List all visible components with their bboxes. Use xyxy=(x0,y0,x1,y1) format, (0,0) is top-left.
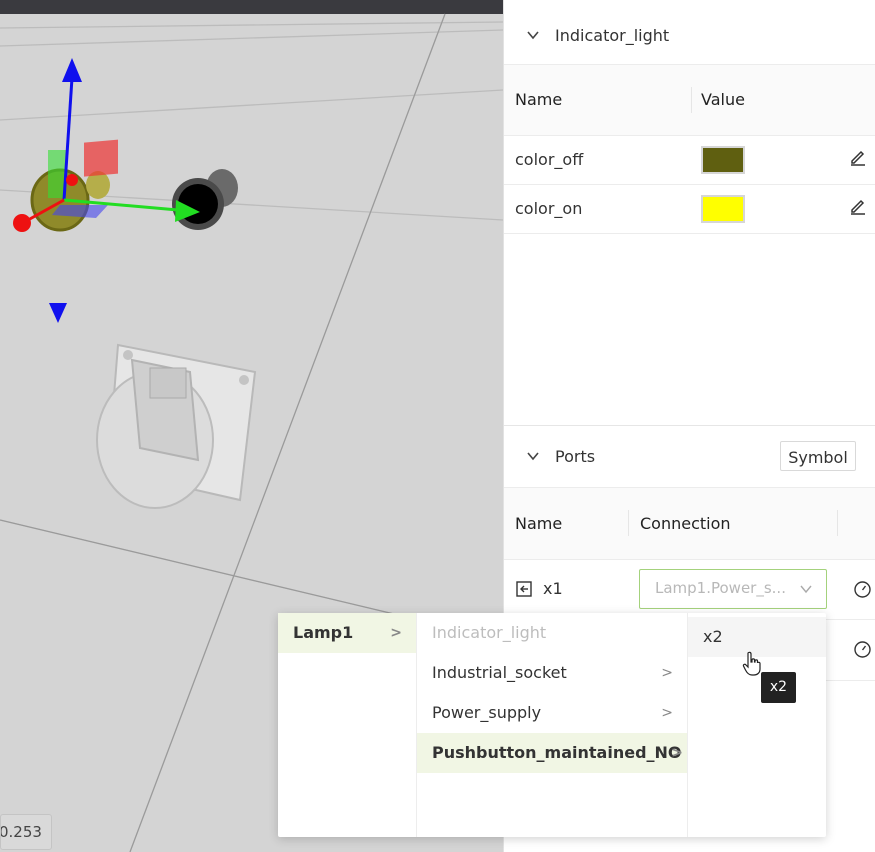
cascader-option-indicator-light: Indicator_light xyxy=(432,623,547,642)
cascader-option-lamp1[interactable]: Lamp1 > xyxy=(278,613,416,653)
cascader-option-pushbutton-maintained-no[interactable]: Pushbutton_maintained_NO > xyxy=(417,733,687,773)
connection-value: Lamp1.Power_s... xyxy=(655,579,786,597)
column-header-name: Name xyxy=(515,90,563,109)
chevron-down-icon[interactable] xyxy=(526,449,540,463)
cascader-column-2: Indicator_light Industrial_socket > Power… xyxy=(417,613,688,837)
chevron-down-icon[interactable] xyxy=(526,28,540,42)
cascader-column-1: Lamp1 > xyxy=(278,613,417,837)
hand-cursor-icon xyxy=(742,651,761,676)
connection-select[interactable]: Lamp1.Power_s... xyxy=(639,569,827,609)
column-header-value: Value xyxy=(701,90,745,109)
connection-cascader-dropdown[interactable]: Lamp1 > Indicator_light Industrial_socket… xyxy=(278,613,826,837)
edit-icon[interactable] xyxy=(849,148,867,166)
coordinate-readout: 0.253 xyxy=(0,814,52,850)
cascader-column-3: x2 xyxy=(688,613,826,837)
cascader-option-industrial-socket[interactable]: Industrial_socket > xyxy=(417,653,687,693)
gauge-icon[interactable] xyxy=(853,640,872,659)
indicator-light-section-header[interactable]: Indicator_light xyxy=(504,5,875,65)
property-name: color_off xyxy=(515,150,584,169)
symbol-button[interactable]: Symbol xyxy=(780,441,856,471)
gauge-icon[interactable] xyxy=(853,580,872,599)
chevron-down-icon[interactable] xyxy=(800,583,812,595)
section-title: Indicator_light xyxy=(555,25,670,45)
property-row-color-off: color_off xyxy=(504,135,875,185)
port-name: x1 xyxy=(543,579,563,598)
ports-table-header: Name Connection xyxy=(504,487,875,560)
cascader-option-power-supply[interactable]: Power_supply > xyxy=(417,693,687,733)
property-row-color-on: color_on xyxy=(504,184,875,234)
color-swatch-on[interactable] xyxy=(701,195,745,223)
column-header-name: Name xyxy=(515,514,563,533)
properties-table-header: Name Value xyxy=(504,64,875,136)
industrial-socket-model[interactable] xyxy=(96,343,257,509)
property-name: color_on xyxy=(515,199,583,218)
color-swatch-off[interactable] xyxy=(701,146,745,174)
edit-icon[interactable] xyxy=(849,197,867,215)
tooltip: x2 xyxy=(761,672,796,703)
section-title: Ports xyxy=(555,446,596,466)
column-header-connection: Connection xyxy=(640,514,731,533)
port-input-icon xyxy=(516,581,532,597)
